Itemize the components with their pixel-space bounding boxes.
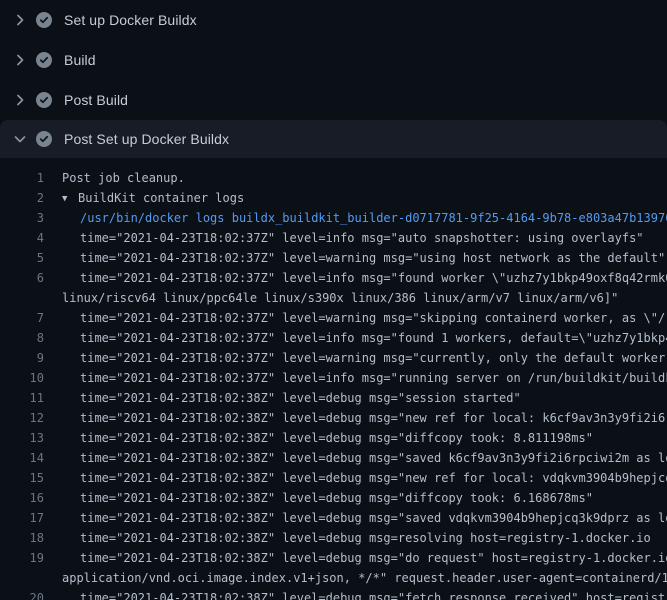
log-output-pane: 1 Post job cleanup. 2 ▼BuildKit containe… (0, 158, 667, 600)
log-line-text: time="2021-04-23T18:02:38Z" level=debug … (62, 488, 667, 508)
log-line: 14 time="2021-04-23T18:02:38Z" level=deb… (0, 448, 667, 468)
chevron-right-icon (12, 52, 28, 68)
check-circle-icon (36, 52, 52, 68)
log-line: 4 time="2021-04-23T18:02:37Z" level=info… (0, 228, 667, 248)
log-line: 8 time="2021-04-23T18:02:37Z" level=info… (0, 328, 667, 348)
job-steps-list: Set up Docker Buildx Build Post Build Po… (0, 0, 667, 158)
log-line-number[interactable]: 1 (0, 168, 44, 188)
log-line-number (0, 288, 44, 308)
log-command-text: /usr/bin/docker logs buildx_buildkit_bui… (62, 208, 667, 228)
step-title: Post Build (64, 92, 128, 108)
log-line: 5 time="2021-04-23T18:02:37Z" level=warn… (0, 248, 667, 268)
log-line-number[interactable]: 8 (0, 328, 44, 348)
check-circle-icon (36, 131, 52, 147)
log-line: 1 Post job cleanup. (0, 168, 667, 188)
log-line-text: time="2021-04-23T18:02:37Z" level=warnin… (62, 348, 667, 368)
log-line-text: time="2021-04-23T18:02:38Z" level=debug … (62, 508, 667, 528)
log-line-number[interactable]: 19 (0, 548, 44, 568)
log-line-number[interactable]: 2 (0, 188, 44, 208)
log-line-number[interactable]: 18 (0, 528, 44, 548)
log-line-number[interactable]: 3 (0, 208, 44, 228)
log-line-number[interactable]: 11 (0, 388, 44, 408)
log-line-text: time="2021-04-23T18:02:37Z" level=warnin… (62, 308, 667, 328)
log-line: 7 time="2021-04-23T18:02:37Z" level=warn… (0, 308, 667, 328)
log-line: 18 time="2021-04-23T18:02:38Z" level=deb… (0, 528, 667, 548)
log-line-number[interactable]: 5 (0, 248, 44, 268)
log-line-text: time="2021-04-23T18:02:38Z" level=debug … (62, 448, 667, 468)
group-expanded-caret-icon[interactable]: ▼ (62, 189, 78, 208)
log-line-number[interactable]: 12 (0, 408, 44, 428)
step-title: Build (64, 52, 96, 68)
log-line: 6 time="2021-04-23T18:02:37Z" level=info… (0, 268, 667, 288)
log-line-number[interactable]: 15 (0, 468, 44, 488)
log-line: 10 time="2021-04-23T18:02:37Z" level=inf… (0, 368, 667, 388)
log-line-wrap-continuation: application/vnd.oci.image.index.v1+json,… (0, 568, 667, 588)
log-line-number[interactable]: 10 (0, 368, 44, 388)
step-post-build[interactable]: Post Build (0, 80, 667, 120)
log-group-toggle[interactable]: ▼BuildKit container logs (62, 188, 667, 208)
log-line-text: time="2021-04-23T18:02:38Z" level=debug … (62, 548, 667, 568)
log-line-number[interactable]: 14 (0, 448, 44, 468)
chevron-right-icon (12, 92, 28, 108)
step-post-set-up-docker-buildx[interactable]: Post Set up Docker Buildx (0, 120, 667, 158)
log-line-text: time="2021-04-23T18:02:37Z" level=warnin… (62, 248, 667, 268)
log-line-number[interactable]: 4 (0, 228, 44, 248)
step-title: Set up Docker Buildx (64, 12, 197, 28)
log-line-text: time="2021-04-23T18:02:37Z" level=info m… (62, 228, 667, 248)
log-line-number[interactable]: 7 (0, 308, 44, 328)
log-line: 9 time="2021-04-23T18:02:37Z" level=warn… (0, 348, 667, 368)
log-line: 19 time="2021-04-23T18:02:38Z" level=deb… (0, 548, 667, 568)
log-line-text: time="2021-04-23T18:02:37Z" level=info m… (62, 328, 667, 348)
chevron-down-icon (12, 131, 28, 147)
log-line-wrap-continuation: linux/riscv64 linux/ppc64le linux/s390x … (0, 288, 667, 308)
step-set-up-docker-buildx[interactable]: Set up Docker Buildx (0, 0, 667, 40)
log-line-text: time="2021-04-23T18:02:37Z" level=info m… (62, 368, 667, 388)
check-circle-icon (36, 92, 52, 108)
log-line: 15 time="2021-04-23T18:02:38Z" level=deb… (0, 468, 667, 488)
log-line-number (0, 568, 44, 588)
chevron-right-icon (12, 12, 28, 28)
log-group-label: BuildKit container logs (78, 191, 244, 205)
log-line-text: time="2021-04-23T18:02:38Z" level=debug … (62, 588, 667, 600)
log-line: 16 time="2021-04-23T18:02:38Z" level=deb… (0, 488, 667, 508)
log-line-text: time="2021-04-23T18:02:38Z" level=debug … (62, 408, 667, 428)
log-line-number[interactable]: 9 (0, 348, 44, 368)
log-line: 12 time="2021-04-23T18:02:38Z" level=deb… (0, 408, 667, 428)
log-line-number[interactable]: 13 (0, 428, 44, 448)
log-line-number[interactable]: 20 (0, 588, 44, 600)
log-line-text: time="2021-04-23T18:02:37Z" level=info m… (62, 268, 667, 288)
log-line-text: time="2021-04-23T18:02:38Z" level=debug … (62, 428, 667, 448)
log-line-text: application/vnd.oci.image.index.v1+json,… (62, 568, 667, 588)
log-line-number[interactable]: 16 (0, 488, 44, 508)
log-line-text: Post job cleanup. (62, 168, 667, 188)
log-line-text: time="2021-04-23T18:02:38Z" level=debug … (62, 468, 667, 488)
log-line-text: time="2021-04-23T18:02:38Z" level=debug … (62, 528, 667, 548)
log-line: 20 time="2021-04-23T18:02:38Z" level=deb… (0, 588, 667, 600)
log-group-header: 2 ▼BuildKit container logs (0, 188, 667, 208)
log-line: 13 time="2021-04-23T18:02:38Z" level=deb… (0, 428, 667, 448)
log-line-text: time="2021-04-23T18:02:38Z" level=debug … (62, 388, 667, 408)
log-line: 11 time="2021-04-23T18:02:38Z" level=deb… (0, 388, 667, 408)
step-title: Post Set up Docker Buildx (64, 131, 229, 147)
log-line-number[interactable]: 17 (0, 508, 44, 528)
log-line: 17 time="2021-04-23T18:02:38Z" level=deb… (0, 508, 667, 528)
check-circle-icon (36, 12, 52, 28)
log-line-text: linux/riscv64 linux/ppc64le linux/s390x … (62, 288, 667, 308)
step-build[interactable]: Build (0, 40, 667, 80)
log-line: 3 /usr/bin/docker logs buildx_buildkit_b… (0, 208, 667, 228)
log-line-number[interactable]: 6 (0, 268, 44, 288)
